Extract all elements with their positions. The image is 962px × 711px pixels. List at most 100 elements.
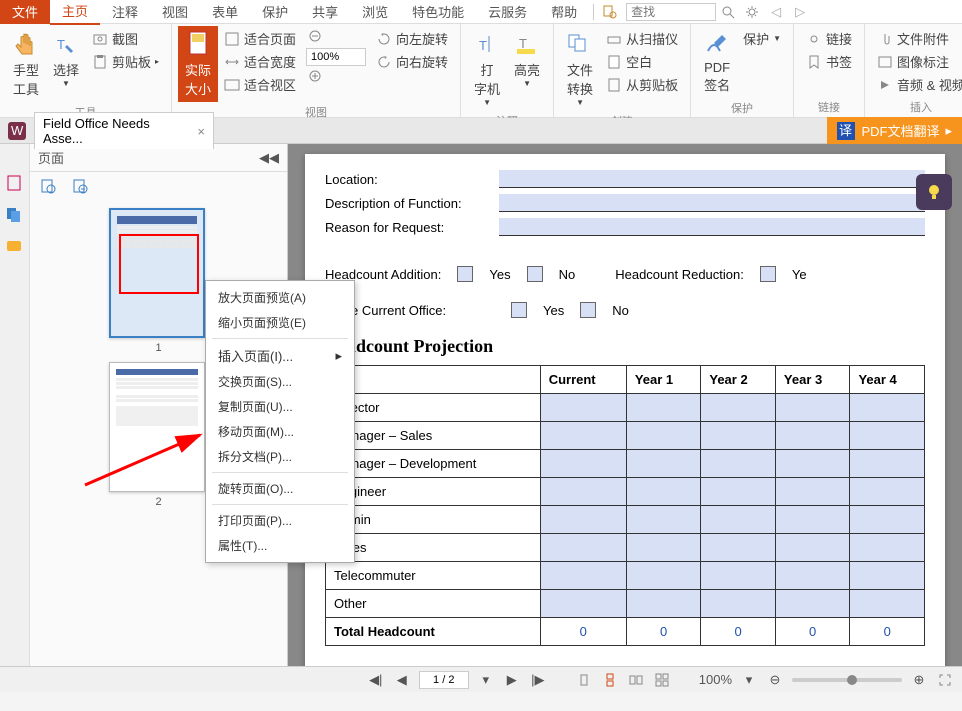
blank-button[interactable]: 空白: [604, 51, 680, 72]
checkbox-close-no[interactable]: [580, 302, 596, 318]
view-continuous-facing-icon[interactable]: [653, 671, 671, 689]
rotate-right-button[interactable]: 向右旋转: [374, 51, 450, 72]
field-reason[interactable]: [499, 218, 925, 236]
comments-panel-icon[interactable]: [5, 238, 25, 258]
translate-icon: 译: [837, 122, 855, 140]
menu-form[interactable]: 表单: [200, 0, 250, 24]
ctx-zoom-in[interactable]: 放大页面预览(A): [206, 285, 354, 310]
file-convert-button[interactable]: 文件 转换▼: [560, 26, 600, 111]
thumbnail-zoom-icon[interactable]: [72, 178, 88, 194]
menu-home[interactable]: 主页: [50, 0, 100, 25]
hint-bulb-button[interactable]: [916, 174, 952, 210]
zoom-slider[interactable]: [792, 678, 902, 682]
label-description: Description of Function:: [325, 196, 495, 211]
view-single-icon[interactable]: [575, 671, 593, 689]
view-facing-icon[interactable]: [627, 671, 645, 689]
from-scanner-button[interactable]: 从扫描仪: [604, 28, 680, 49]
clipboard-button[interactable]: 剪贴板▸: [90, 51, 161, 72]
headcount-table: CurrentYear 1Year 2Year 3Year 4 Director…: [325, 365, 925, 646]
checkbox-hc-add-yes[interactable]: [457, 266, 473, 282]
page-dropdown-icon[interactable]: ▾: [477, 671, 495, 689]
image-annot-button[interactable]: 图像标注: [875, 51, 962, 72]
ctx-zoom-out[interactable]: 缩小页面预览(E): [206, 310, 354, 335]
find-icon[interactable]: [600, 2, 620, 22]
svg-text:T: T: [479, 38, 487, 53]
checkbox-hc-add-no[interactable]: [527, 266, 543, 282]
page-thumbnail-2[interactable]: 2: [109, 362, 209, 508]
document-tab[interactable]: Field Office Needs Asse... ×: [34, 112, 214, 149]
pdf-translate-button[interactable]: 译 PDF文档翻译▸: [827, 117, 962, 144]
menu-features[interactable]: 特色功能: [400, 0, 476, 24]
field-location[interactable]: [499, 170, 925, 188]
fit-view-button[interactable]: 适合视区: [222, 74, 298, 95]
ctx-split-doc[interactable]: 拆分文档(P)...: [206, 444, 354, 469]
first-page-button[interactable]: ◀|: [367, 671, 385, 689]
next-page-button[interactable]: ▶: [503, 671, 521, 689]
screenshot-button[interactable]: 截图: [90, 28, 161, 49]
ctx-properties[interactable]: 属性(T)...: [206, 533, 354, 558]
zoom-input[interactable]: [306, 48, 366, 66]
nav-next-icon[interactable]: ▷: [790, 2, 810, 22]
app-icon: W: [8, 122, 26, 140]
menu-help[interactable]: 帮助: [539, 0, 589, 24]
highlight-button[interactable]: T高亮▼: [507, 26, 547, 92]
menu-file[interactable]: 文件: [0, 0, 50, 24]
rotate-left-button[interactable]: 向左旋转: [374, 28, 450, 49]
context-menu: 放大页面预览(A) 缩小页面预览(E) 插入页面(I)...▸ 交换页面(S).…: [205, 280, 355, 563]
gear-icon[interactable]: [742, 2, 762, 22]
view-continuous-icon[interactable]: [601, 671, 619, 689]
ctx-print-page[interactable]: 打印页面(P)...: [206, 508, 354, 533]
svg-text:译: 译: [839, 123, 852, 138]
fullscreen-icon[interactable]: [936, 671, 954, 689]
page-thumbnail-1[interactable]: 1: [109, 208, 209, 354]
menu-cloud[interactable]: 云服务: [476, 0, 539, 24]
menu-view[interactable]: 视图: [150, 0, 200, 24]
bookmarks-panel-icon[interactable]: [5, 174, 25, 194]
menu-share[interactable]: 共享: [300, 0, 350, 24]
zoom-out-button[interactable]: [306, 28, 366, 46]
pdf-sign-button[interactable]: PDF 签名: [697, 26, 737, 98]
separator: [593, 4, 594, 20]
prev-page-button[interactable]: ◀: [393, 671, 411, 689]
actual-size-button[interactable]: 实际 大小: [178, 26, 218, 102]
from-clipboard-button[interactable]: 从剪贴板: [604, 74, 680, 95]
menu-protect[interactable]: 保护: [250, 0, 300, 24]
ctx-copy-page[interactable]: 复制页面(U)...: [206, 394, 354, 419]
audio-video-button[interactable]: 音频 & 视频: [875, 74, 962, 95]
ctx-insert-page[interactable]: 插入页面(I)...▸: [206, 342, 354, 369]
close-icon[interactable]: ×: [197, 124, 205, 139]
attachment-button[interactable]: 文件附件: [875, 28, 962, 49]
typewriter-button[interactable]: T打 字机▼: [467, 26, 507, 111]
ctx-move-page[interactable]: 移动页面(M)...: [206, 419, 354, 444]
checkbox-hc-red-yes[interactable]: [760, 266, 776, 282]
ctx-swap-page[interactable]: 交换页面(S)...: [206, 369, 354, 394]
thumbnail-icon[interactable]: [40, 178, 56, 194]
checkbox-close-yes[interactable]: [511, 302, 527, 318]
field-description[interactable]: [499, 194, 925, 212]
zoom-out-icon[interactable]: ⊖: [766, 671, 784, 689]
page-input[interactable]: [419, 671, 469, 689]
last-page-button[interactable]: |▶: [529, 671, 547, 689]
fit-width-button[interactable]: 适合宽度: [222, 51, 298, 72]
pages-panel-icon[interactable]: [5, 206, 25, 226]
bookmark-button[interactable]: 书签: [804, 51, 854, 72]
panel-collapse-icon[interactable]: ◀◀: [259, 150, 279, 166]
search-icon[interactable]: [718, 2, 738, 22]
menu-browse[interactable]: 浏览: [350, 0, 400, 24]
select-button[interactable]: T选择▼: [46, 26, 86, 92]
zoom-in-button[interactable]: [306, 68, 366, 86]
ctx-rotate-page[interactable]: 旋转页面(O)...: [206, 476, 354, 501]
protect-button[interactable]: 保护▼: [741, 28, 783, 49]
table-row: Director: [326, 394, 925, 422]
section-headcount: Headcount Projection: [325, 336, 925, 357]
nav-prev-icon[interactable]: ◁: [766, 2, 786, 22]
zoom-in-icon[interactable]: ⊕: [910, 671, 928, 689]
hand-tool-button[interactable]: 手型 工具: [6, 26, 46, 102]
menu-annotate[interactable]: 注释: [100, 0, 150, 24]
fit-page-button[interactable]: 适合页面: [222, 28, 298, 49]
zoom-dropdown-icon[interactable]: ▾: [740, 671, 758, 689]
search-input[interactable]: [626, 3, 716, 21]
link-button[interactable]: 链接: [804, 28, 854, 49]
svg-text:W: W: [11, 123, 24, 138]
panel-title: 页面: [38, 148, 64, 167]
